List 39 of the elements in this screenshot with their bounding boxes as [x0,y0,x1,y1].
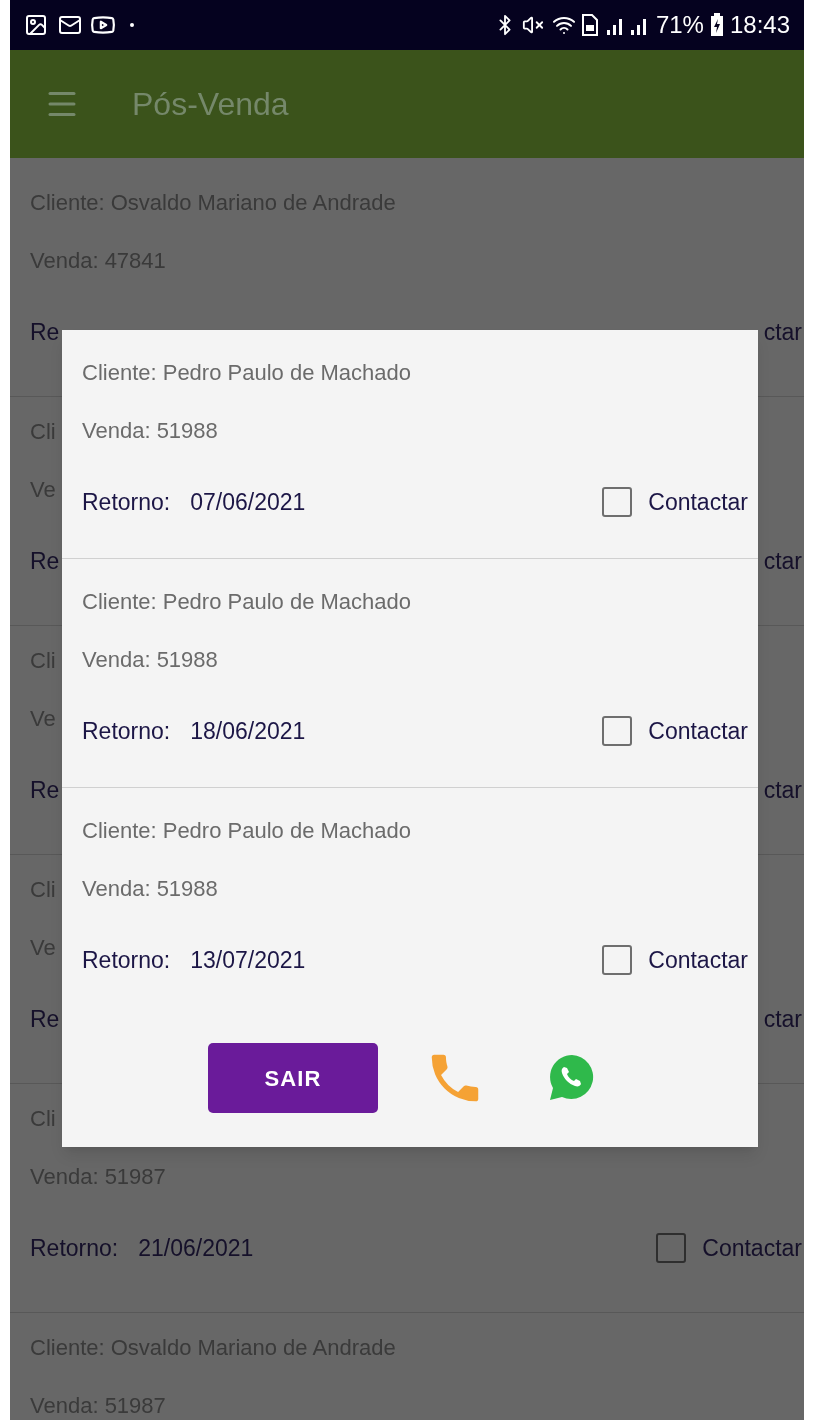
return-label: Re [30,1004,60,1034]
contact-label: ctar [763,317,802,347]
return-label: Re [30,546,60,576]
contact-label: Contactar [648,487,748,517]
app-title: Pós-Venda [132,85,289,124]
contact-label: ctar [763,775,802,805]
checkbox[interactable] [602,945,633,975]
return-date: 13/07/2021 [190,945,306,975]
return-label: Retorno: [30,1233,119,1263]
sim-icon [579,14,598,36]
contact-label: Contactar [648,945,748,975]
return-date: 18/06/2021 [190,716,306,746]
client-name: Cliente: Pedro Paulo de Machado [82,358,411,387]
mute-icon [521,14,544,36]
sale-number: Venda: 51988 [82,645,218,674]
clock: 18:43 [729,10,790,40]
contact-label: Contactar [702,1233,802,1263]
battery-percent: 71% [655,10,704,40]
contact-label: ctar [763,1004,802,1034]
return-label: Retorno: [82,487,171,517]
sale-number: Venda: 51988 [82,416,218,445]
checkbox[interactable] [602,487,633,517]
return-label: Retorno: [82,716,171,746]
mail-icon [58,13,82,37]
return-label: Re [30,317,60,347]
contact-label: ctar [763,546,802,576]
gallery-icon [24,13,48,37]
battery-icon [709,13,724,37]
return-date: 07/06/2021 [190,487,306,517]
client-name: Cliente: Pedro Paulo de Machado [82,587,411,616]
return-label: Re [30,775,60,805]
client-name: Cliente: Pedro Paulo de Machado [82,816,411,845]
exit-button[interactable]: SAIR [208,1043,378,1113]
sale-number: Venda: 51988 [82,874,218,903]
contact-label: Contactar [648,716,748,746]
return-date: 21/06/2021 [138,1233,254,1263]
checkbox[interactable] [602,716,633,746]
return-label: Retorno: [82,945,171,975]
checkbox[interactable] [656,1233,687,1263]
